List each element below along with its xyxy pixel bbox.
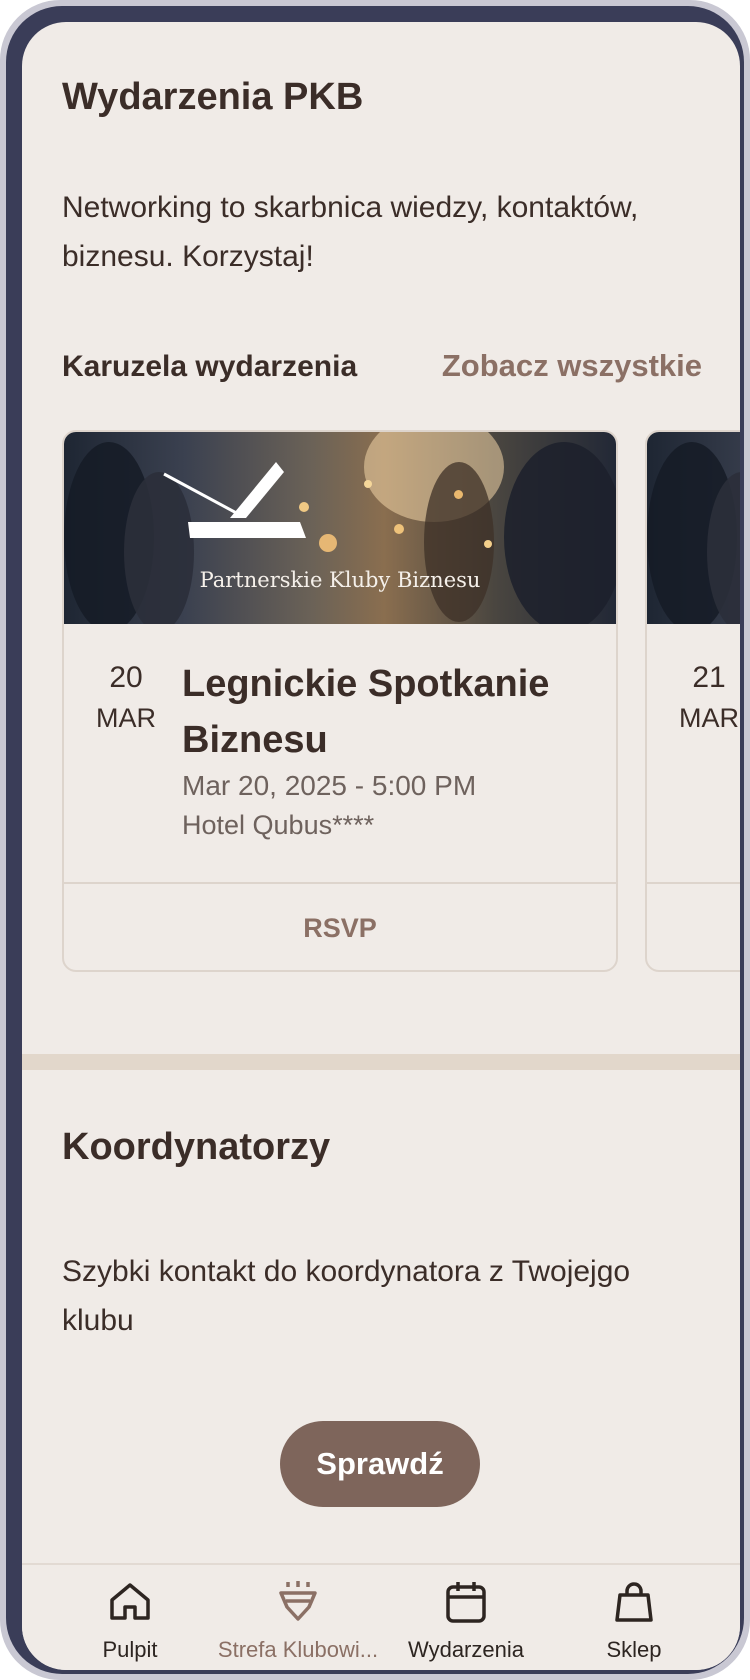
event-date: 21 MAR bbox=[647, 660, 740, 740]
event-month: MAR bbox=[96, 703, 156, 733]
event-image-caption: Partnerskie Kluby Biznesu bbox=[199, 568, 481, 592]
events-section-description: Networking to skarbnica wiedzy, kontaktó… bbox=[62, 191, 639, 273]
event-day: 21 bbox=[692, 661, 726, 694]
event-date: 20 MAR bbox=[64, 660, 188, 740]
diamond-icon bbox=[279, 1581, 317, 1621]
device-bezel: Wydarzenia PKB Networking to skarbnica w… bbox=[6, 6, 744, 1674]
nav-label: Sklep bbox=[606, 1637, 662, 1662]
event-image bbox=[647, 432, 740, 624]
nav-item-pulpit[interactable]: Pulpit bbox=[45, 1565, 215, 1670]
device-frame: Wydarzenia PKB Networking to skarbnica w… bbox=[0, 0, 750, 1680]
event-card[interactable]: Partnerskie Kluby Biznesu 20 MAR Legnick… bbox=[62, 430, 618, 972]
event-image: Partnerskie Kluby Biznesu bbox=[64, 432, 616, 624]
calendar-icon bbox=[446, 1582, 486, 1623]
app-screen: Wydarzenia PKB Networking to skarbnica w… bbox=[22, 22, 740, 1670]
nav-item-wydarzenia[interactable]: Wydarzenia bbox=[381, 1565, 551, 1670]
carousel-title: Karuzela wydarzenia bbox=[62, 350, 358, 383]
nav-label: Strefa Klubowi... bbox=[217, 1637, 379, 1662]
home-icon bbox=[110, 1583, 150, 1620]
nav-label: Pulpit bbox=[102, 1637, 158, 1662]
see-all-link[interactable]: Zobacz wszystkie bbox=[442, 348, 702, 384]
nav-item-sklep[interactable]: Sklep bbox=[549, 1565, 719, 1670]
check-coordinators-button[interactable]: Sprawdź bbox=[280, 1421, 480, 1507]
bottom-navigation: Pulpit Strefa Klubowi... Wydarzenia Skle… bbox=[22, 1563, 740, 1670]
shopping-bag-icon bbox=[615, 1582, 653, 1622]
nav-item-strefa-klubowa[interactable]: Strefa Klubowi... bbox=[213, 1565, 383, 1670]
card-divider bbox=[647, 882, 740, 884]
carousel-header: Karuzela wydarzenia Zobacz wszystkie bbox=[62, 344, 702, 390]
event-datetime: Mar 20, 2025 - 5:00 PM bbox=[182, 770, 477, 801]
pkb-logo bbox=[163, 462, 306, 538]
nav-label: Wydarzenia bbox=[408, 1637, 524, 1662]
events-section-title: Wydarzenia PKB bbox=[62, 76, 364, 118]
coordinators-section-description: Szybki kontakt do koordynatora z Twojejg… bbox=[62, 1255, 631, 1337]
event-title: Legnickie Spotkanie Biznesu bbox=[182, 663, 550, 761]
event-day: 20 bbox=[109, 661, 143, 694]
event-location: Hotel Qubus**** bbox=[182, 810, 375, 840]
event-card[interactable]: 21 MAR bbox=[645, 430, 740, 972]
coordinators-section-title: Koordynatorzy bbox=[62, 1126, 331, 1168]
section-separator bbox=[22, 1054, 740, 1070]
event-month: MAR bbox=[679, 703, 739, 733]
rsvp-button[interactable]: RSVP bbox=[64, 884, 616, 970]
